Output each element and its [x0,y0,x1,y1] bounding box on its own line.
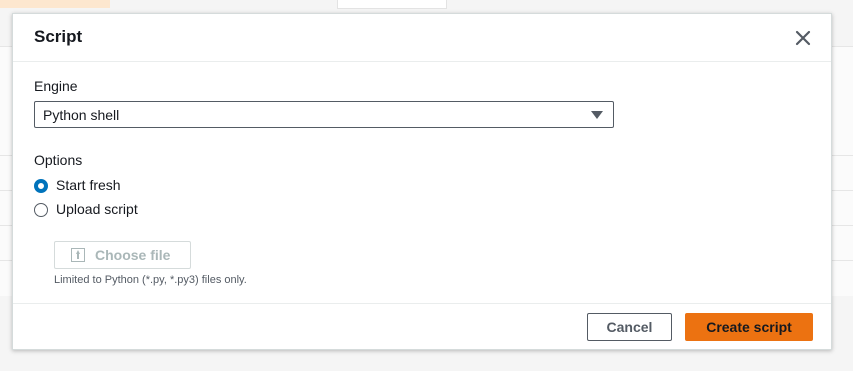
close-icon [795,30,811,46]
background-toolbar-box [337,0,447,9]
upload-icon [71,248,85,262]
engine-select[interactable]: Python shell [34,101,614,128]
radio-unselected-icon[interactable] [34,203,48,217]
engine-label: Engine [34,78,78,94]
background-tab-highlight [0,0,110,8]
caret-down-icon [591,111,603,119]
create-script-button[interactable]: Create script [685,313,813,341]
cancel-button[interactable]: Cancel [587,313,672,341]
choose-file-label: Choose file [95,247,171,263]
script-modal: Script Engine Python shell Options Start… [12,13,832,350]
modal-title: Script [34,27,83,46]
modal-footer: Cancel Create script [13,303,831,349]
upload-hint: Limited to Python (*.py, *.py3) files on… [54,274,247,286]
option-start-fresh-label: Start fresh [56,177,121,193]
option-upload-script-label: Upload script [56,201,138,217]
options-label: Options [34,152,83,168]
choose-file-button: Choose file [54,241,191,269]
engine-select-value: Python shell [43,107,120,123]
radio-selected-icon[interactable] [34,179,48,193]
modal-header: Script [13,14,831,62]
close-button[interactable] [793,28,813,48]
